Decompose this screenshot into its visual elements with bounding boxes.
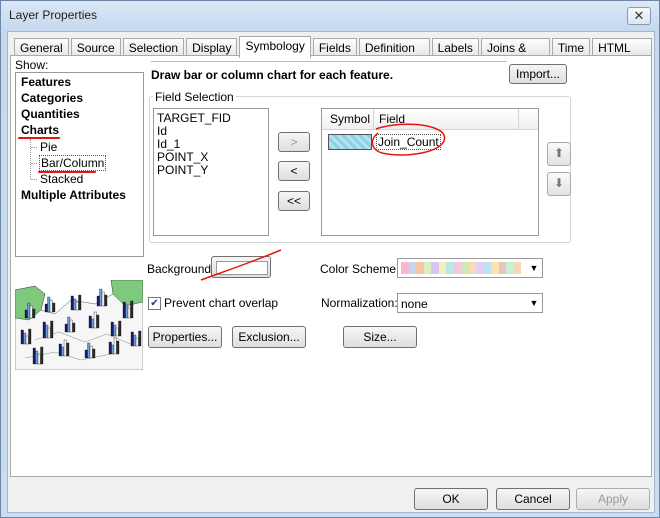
close-icon: ✕	[633, 8, 645, 23]
layer-properties-window: Layer Properties ✕ General Source Selectio…	[0, 0, 660, 518]
color-ramp-swatch	[461, 262, 469, 274]
field-item[interactable]: POINT_X	[157, 150, 208, 164]
remove-field-button[interactable]: <	[278, 161, 310, 181]
window-title: Layer Properties	[9, 8, 98, 22]
remove-all-fields-button[interactable]: <<	[278, 191, 310, 211]
tree-branch	[31, 163, 37, 164]
arrow-up-icon: ⬆	[553, 146, 565, 160]
color-ramp-swatch	[401, 262, 409, 274]
color-ramp-swatch	[423, 262, 431, 274]
available-fields-list[interactable]: TARGET_FID Id Id_1 POINT_X POINT_Y	[153, 108, 269, 236]
color-ramp-swatch	[408, 262, 416, 274]
show-item-charts[interactable]: Charts	[21, 123, 59, 137]
description-rule	[151, 61, 507, 62]
red-slash-annotation	[200, 249, 282, 281]
tree-branch	[31, 179, 37, 180]
color-ramp-swatch	[476, 262, 484, 274]
field-item[interactable]: TARGET_FID	[157, 111, 231, 125]
color-ramp-swatch	[498, 262, 506, 274]
checkmark-icon: ✔	[150, 298, 159, 309]
color-scheme-dropdown[interactable]: ▼	[397, 258, 543, 278]
prevent-overlap-checkbox[interactable]: ✔	[148, 297, 161, 310]
tab-symbology[interactable]: Symbology	[239, 36, 311, 58]
normalization-value: none	[401, 297, 428, 311]
show-label: Show:	[15, 58, 49, 72]
column-divider	[518, 109, 519, 129]
field-selection-label: Field Selection	[153, 90, 236, 104]
normalization-dropdown[interactable]: none ▼	[397, 293, 543, 313]
field-item[interactable]: POINT_Y	[157, 163, 208, 177]
properties-button[interactable]: Properties...	[148, 326, 222, 348]
show-tree[interactable]: Features Categories Quantities Charts Pi…	[15, 72, 144, 257]
symbology-panel: Show: Features Categories Quantities Cha…	[10, 55, 652, 477]
cancel-button[interactable]: Cancel	[496, 488, 570, 510]
move-down-button[interactable]: ⬇	[547, 172, 571, 196]
color-ramp-swatch	[491, 262, 499, 274]
size-button[interactable]: Size...	[343, 326, 417, 348]
show-item-categories[interactable]: Categories	[21, 91, 83, 105]
tree-connector	[30, 139, 31, 179]
color-ramp-swatch	[513, 262, 521, 274]
red-circle-annotation	[371, 123, 446, 156]
show-sub-stacked[interactable]: Stacked	[40, 172, 83, 186]
color-ramp-swatch	[483, 262, 491, 274]
show-item-quantities[interactable]: Quantities	[21, 107, 80, 121]
color-ramp-swatch	[506, 262, 514, 274]
color-scheme-label: Color Scheme:	[320, 262, 400, 276]
column-header-symbol: Symbol	[330, 112, 371, 126]
red-underline-charts	[18, 137, 60, 139]
chart-preview-map	[15, 280, 143, 370]
import-button[interactable]: Import...	[509, 64, 567, 84]
dialog-client: General Source Selection Display Symbology Fi…	[7, 31, 655, 513]
ok-button[interactable]: OK	[414, 488, 488, 510]
move-up-button[interactable]: ⬆	[547, 142, 571, 166]
color-ramp-swatch	[446, 262, 454, 274]
show-sub-bar-column[interactable]: Bar/Column	[39, 155, 107, 171]
chevron-down-icon: ▼	[529, 263, 539, 273]
exclusion-button[interactable]: Exclusion...	[232, 326, 306, 348]
apply-button[interactable]: Apply	[576, 488, 650, 510]
chevron-down-icon: ▼	[529, 298, 539, 308]
tree-branch	[31, 147, 37, 148]
add-field-button[interactable]: >	[278, 132, 310, 152]
color-ramp-swatch	[431, 262, 439, 274]
normalization-label: Normalization:	[321, 296, 398, 310]
color-ramp-swatch	[438, 262, 446, 274]
close-button[interactable]: ✕	[627, 7, 651, 25]
tab-strip: General Source Selection Display Symbology Fi…	[14, 36, 654, 73]
color-ramp	[401, 262, 521, 274]
selected-fields-table[interactable]: Symbol Field Join_Count	[321, 108, 539, 236]
renderer-description: Draw bar or column chart for each featur…	[151, 68, 394, 82]
field-item[interactable]: Id	[157, 124, 167, 138]
prevent-overlap-label: Prevent chart overlap	[164, 296, 279, 310]
show-item-features[interactable]: Features	[21, 75, 71, 89]
arrow-down-icon: ⬇	[553, 176, 565, 190]
show-item-multiple-attributes[interactable]: Multiple Attributes	[21, 188, 126, 202]
color-ramp-swatch	[416, 262, 424, 274]
color-ramp-swatch	[468, 262, 476, 274]
field-item[interactable]: Id_1	[157, 137, 180, 151]
show-sub-pie[interactable]: Pie	[40, 140, 57, 154]
field-symbol-swatch[interactable]	[328, 134, 372, 150]
title-bar[interactable]: Layer Properties ✕	[1, 1, 659, 29]
color-ramp-swatch	[453, 262, 461, 274]
